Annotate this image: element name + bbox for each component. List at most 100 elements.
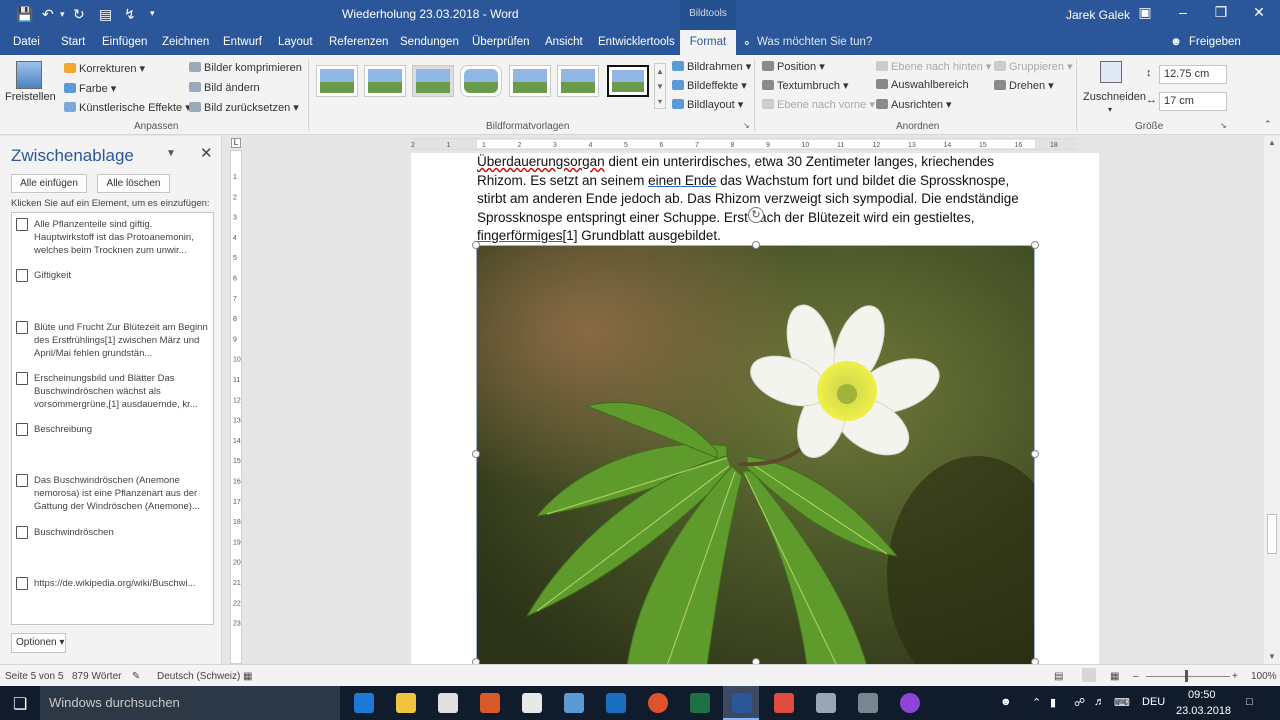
scroll-up-icon[interactable]: ▲ [1268, 138, 1276, 147]
size-dialog-launcher-icon[interactable]: ↘ [1220, 121, 1227, 130]
document-page[interactable]: Überdauerungsorgan dient ein unterirdisc… [411, 153, 1099, 666]
ribbon-display-icon[interactable]: ▣ [1130, 4, 1160, 21]
paint-icon[interactable] [480, 693, 500, 713]
zoom-in-icon[interactable]: + [1232, 671, 1238, 682]
store-icon[interactable] [438, 693, 458, 713]
picture-style-7[interactable] [607, 65, 649, 97]
pane-close-icon[interactable]: ✕ [200, 144, 213, 162]
crop-button[interactable]: Zuschneiden [1083, 91, 1146, 103]
zoom-slider[interactable] [1146, 676, 1230, 677]
clipboard-options-button[interactable]: Optionen ▾ [11, 633, 66, 653]
macro-icon[interactable]: ▦ [243, 671, 252, 682]
tell-me-box[interactable]: Was möchten Sie tun? [757, 36, 872, 48]
scroll-down-icon[interactable]: ▼ [1268, 652, 1276, 661]
compress-pictures-button[interactable]: Bilder komprimieren [189, 62, 302, 74]
pane-options-icon[interactable]: ▼ [166, 148, 176, 159]
picture-border-button[interactable]: Bildrahmen ▾ [672, 60, 751, 73]
app-icon[interactable] [900, 693, 920, 713]
volume-icon[interactable]: ♬ [1094, 696, 1105, 708]
vertical-ruler[interactable]: 1 2 3 4 5 6 7 8 9 10 11 12 13 14 15 16 17 18 19 20 21 22 23 [230, 150, 242, 664]
network-icon[interactable]: ☍ [1074, 696, 1085, 709]
zoom-out-icon[interactable]: – [1133, 671, 1139, 682]
resize-handle-w[interactable] [472, 450, 480, 458]
clipboard-item[interactable]: Buschwindröschen [34, 526, 209, 539]
selection-pane-button[interactable]: Auswahlbereich [876, 79, 969, 91]
share-button[interactable]: Freigeben [1189, 36, 1241, 48]
tab-entwicklertools[interactable]: Entwicklertools [598, 36, 675, 48]
clipboard-item[interactable]: Das Buschwindröschen (Anemone nemorosa) … [34, 474, 209, 513]
monitor-icon[interactable] [816, 693, 836, 713]
clipboard-item[interactable]: Giftigkeit [34, 269, 209, 282]
format-painter-icon[interactable]: ↯ [124, 6, 136, 23]
send-backward-button[interactable]: Ebene nach hinten ▾ [876, 60, 991, 73]
spellcheck-word[interactable]: Überdauerungsorgan [477, 154, 605, 169]
style-gallery-scroll[interactable]: ▲ ▼ ▾ [654, 63, 666, 109]
clear-all-button[interactable]: Alle löschen [97, 174, 170, 193]
paste-all-button[interactable]: Alle einfügen [11, 174, 87, 193]
rotate-handle-icon[interactable]: ↻ [748, 207, 764, 223]
resize-handle-n[interactable] [752, 241, 760, 249]
remove-background-icon[interactable] [16, 61, 42, 89]
clipboard-item[interactable]: Alle Pflanzenteile sind giftig. Hauptwir… [34, 218, 209, 257]
collapse-ribbon-icon[interactable]: ⌃ [1264, 119, 1272, 130]
clock-date[interactable]: 23.03.2018 [1176, 705, 1231, 717]
people-icon[interactable]: ☻ [1000, 696, 1012, 708]
print-layout-icon[interactable] [1082, 668, 1096, 682]
tab-entwurf[interactable]: Entwurf [223, 36, 262, 48]
firefox-icon[interactable] [648, 693, 668, 713]
undo-icon[interactable]: ↶ [42, 6, 54, 23]
freistellen-button[interactable]: Freistellen [5, 91, 56, 103]
tab-referenzen[interactable]: Referenzen [329, 36, 388, 48]
tab-ansicht[interactable]: Ansicht [545, 36, 583, 48]
anemone-photo[interactable] [476, 245, 1035, 665]
clipboard-item[interactable]: https://de.wikipedia.org/wiki/Buschwi... [34, 577, 209, 590]
tab-ueberpruefen[interactable]: Überprüfen [472, 36, 530, 48]
calculator-icon[interactable] [522, 693, 542, 713]
crop-dropdown-icon[interactable]: ▾ [1108, 105, 1112, 114]
web-layout-icon[interactable]: ▦ [1110, 671, 1119, 682]
edge-icon[interactable] [354, 693, 374, 713]
clipboard-item[interactable]: Blüte und Frucht Zur Blütezeit am Beginn… [34, 321, 209, 360]
tab-start[interactable]: Start [61, 36, 85, 48]
rotate-button[interactable]: Drehen ▾ [994, 79, 1054, 92]
crop-icon[interactable] [1100, 61, 1122, 83]
picture-style-5[interactable] [509, 65, 551, 97]
clock-time[interactable]: 09:50 [1188, 689, 1216, 701]
zoom-slider-thumb[interactable] [1185, 670, 1188, 682]
tab-datei[interactable]: Datei [13, 36, 40, 48]
file-explorer-icon[interactable] [396, 693, 416, 713]
change-picture-button[interactable]: Bild ändern [189, 82, 260, 94]
close-icon[interactable]: ✕ [1244, 4, 1274, 21]
group-objects-button[interactable]: Gruppieren ▾ [994, 60, 1073, 73]
word-icon[interactable] [732, 693, 752, 713]
height-field[interactable]: 12.75 cm [1159, 65, 1227, 84]
scroll-thumb[interactable] [1267, 514, 1277, 554]
maximize-icon[interactable]: ❐ [1206, 4, 1236, 21]
user-name[interactable]: Jarek Galek [1066, 8, 1130, 22]
wrap-text-button[interactable]: Textumbruch ▾ [762, 79, 849, 92]
vertical-scrollbar[interactable]: ▲ ▼ [1264, 136, 1280, 664]
picture-style-1[interactable] [316, 65, 358, 97]
keyboard-icon[interactable]: ⌨ [1114, 696, 1130, 709]
picture-layout-button[interactable]: Bildlayout ▾ [672, 98, 743, 111]
picture-style-3[interactable] [412, 65, 454, 97]
word-count[interactable]: 879 Wörter [72, 671, 121, 682]
horizontal-ruler[interactable]: 2 1 1 2 3 4 5 6 7 8 9 10 11 12 13 14 15 16 18 [410, 138, 1077, 150]
resize-handle-e[interactable] [1031, 450, 1039, 458]
zoom-level[interactable]: 100% [1251, 671, 1277, 682]
farbe-button[interactable]: Farbe ▾ [64, 82, 116, 95]
tray-chevron-icon[interactable]: ⌃ [1032, 696, 1041, 709]
korrekturen-button[interactable]: Korrekturen ▾ [64, 62, 145, 75]
align-button[interactable]: Ausrichten ▾ [876, 98, 952, 111]
clipboard-item[interactable]: Erscheinungsbild und Blätter Das Buschwi… [34, 372, 209, 411]
redo-icon[interactable]: ↻ [73, 6, 85, 23]
picture-style-6[interactable] [557, 65, 599, 97]
hyperlink[interactable]: einen Ende [648, 173, 716, 188]
resize-handle-nw[interactable] [472, 241, 480, 249]
battery-icon[interactable]: ▮ [1050, 696, 1056, 709]
hyperlink[interactable]: fingerförmiges [477, 228, 563, 243]
app-icon[interactable] [858, 693, 878, 713]
language[interactable]: Deutsch (Schweiz) [157, 671, 240, 682]
tab-format[interactable]: Format [680, 30, 736, 55]
tab-zeichnen[interactable]: Zeichnen [162, 36, 209, 48]
